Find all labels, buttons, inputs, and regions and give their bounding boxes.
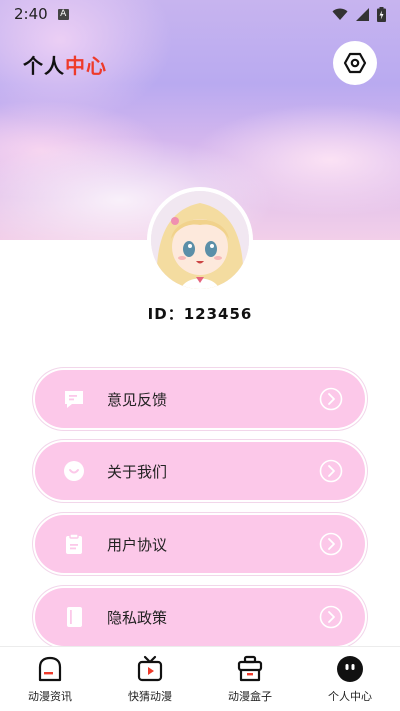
menu-label-user-agreement: 用户协议 — [107, 536, 168, 554]
menu-item-privacy-policy[interactable]: 隐私政策 — [35, 588, 365, 646]
tab-anime-news[interactable]: 动漫资讯 — [0, 647, 100, 711]
settings-button[interactable] — [333, 41, 377, 85]
settings-icon — [343, 52, 367, 74]
battery-icon — [377, 6, 386, 22]
tab-label-anime-box: 动漫盒子 — [228, 690, 272, 703]
status-bar: 2:40 A — [0, 0, 400, 28]
play-icon — [137, 655, 163, 682]
menu-item-about[interactable]: 关于我们 — [35, 442, 365, 500]
news-icon — [38, 656, 62, 682]
tab-label-profile: 个人中心 — [328, 690, 372, 703]
profile-icon — [337, 656, 363, 682]
notification-icon: A — [57, 8, 69, 20]
wifi-icon — [332, 8, 348, 20]
menu-label-privacy-policy: 隐私政策 — [107, 609, 168, 627]
signal-icon — [356, 7, 369, 21]
tab-quick-guess[interactable]: 快猜动漫 — [100, 647, 200, 711]
notebook-icon — [67, 607, 82, 627]
chevron-right-icon — [319, 605, 343, 629]
menu-label-feedback: 意见反馈 — [107, 391, 168, 409]
avatar-illustration — [151, 191, 249, 289]
box-icon — [237, 655, 263, 682]
clipboard-icon — [66, 533, 82, 554]
chevron-right-icon — [319, 459, 343, 483]
user-id: ID：123456 — [147, 305, 253, 323]
bottom-tab-bar: 动漫资讯 快猜动漫 动漫盒子 个人中心 — [0, 646, 400, 711]
menu-item-feedback[interactable]: 意见反馈 — [35, 370, 365, 428]
chat-icon — [65, 391, 83, 408]
avatar-frame — [147, 187, 253, 293]
page-title-part2: 中心 — [65, 54, 107, 78]
page-title: 个人中心 — [23, 50, 107, 79]
tab-anime-box[interactable]: 动漫盒子 — [200, 647, 300, 711]
menu-label-about: 关于我们 — [107, 463, 168, 481]
page-title-part1: 个人 — [23, 54, 65, 78]
menu-item-user-agreement[interactable]: 用户协议 — [35, 515, 365, 573]
tab-label-anime-news: 动漫资讯 — [28, 690, 72, 703]
tab-label-quick-guess: 快猜动漫 — [128, 690, 172, 703]
chevron-right-icon — [319, 532, 343, 556]
avatar[interactable] — [151, 191, 249, 289]
status-time: 2:40 — [14, 5, 48, 23]
tab-profile[interactable]: 个人中心 — [300, 647, 400, 711]
chevron-right-icon — [319, 387, 343, 411]
smile-icon — [64, 461, 84, 481]
